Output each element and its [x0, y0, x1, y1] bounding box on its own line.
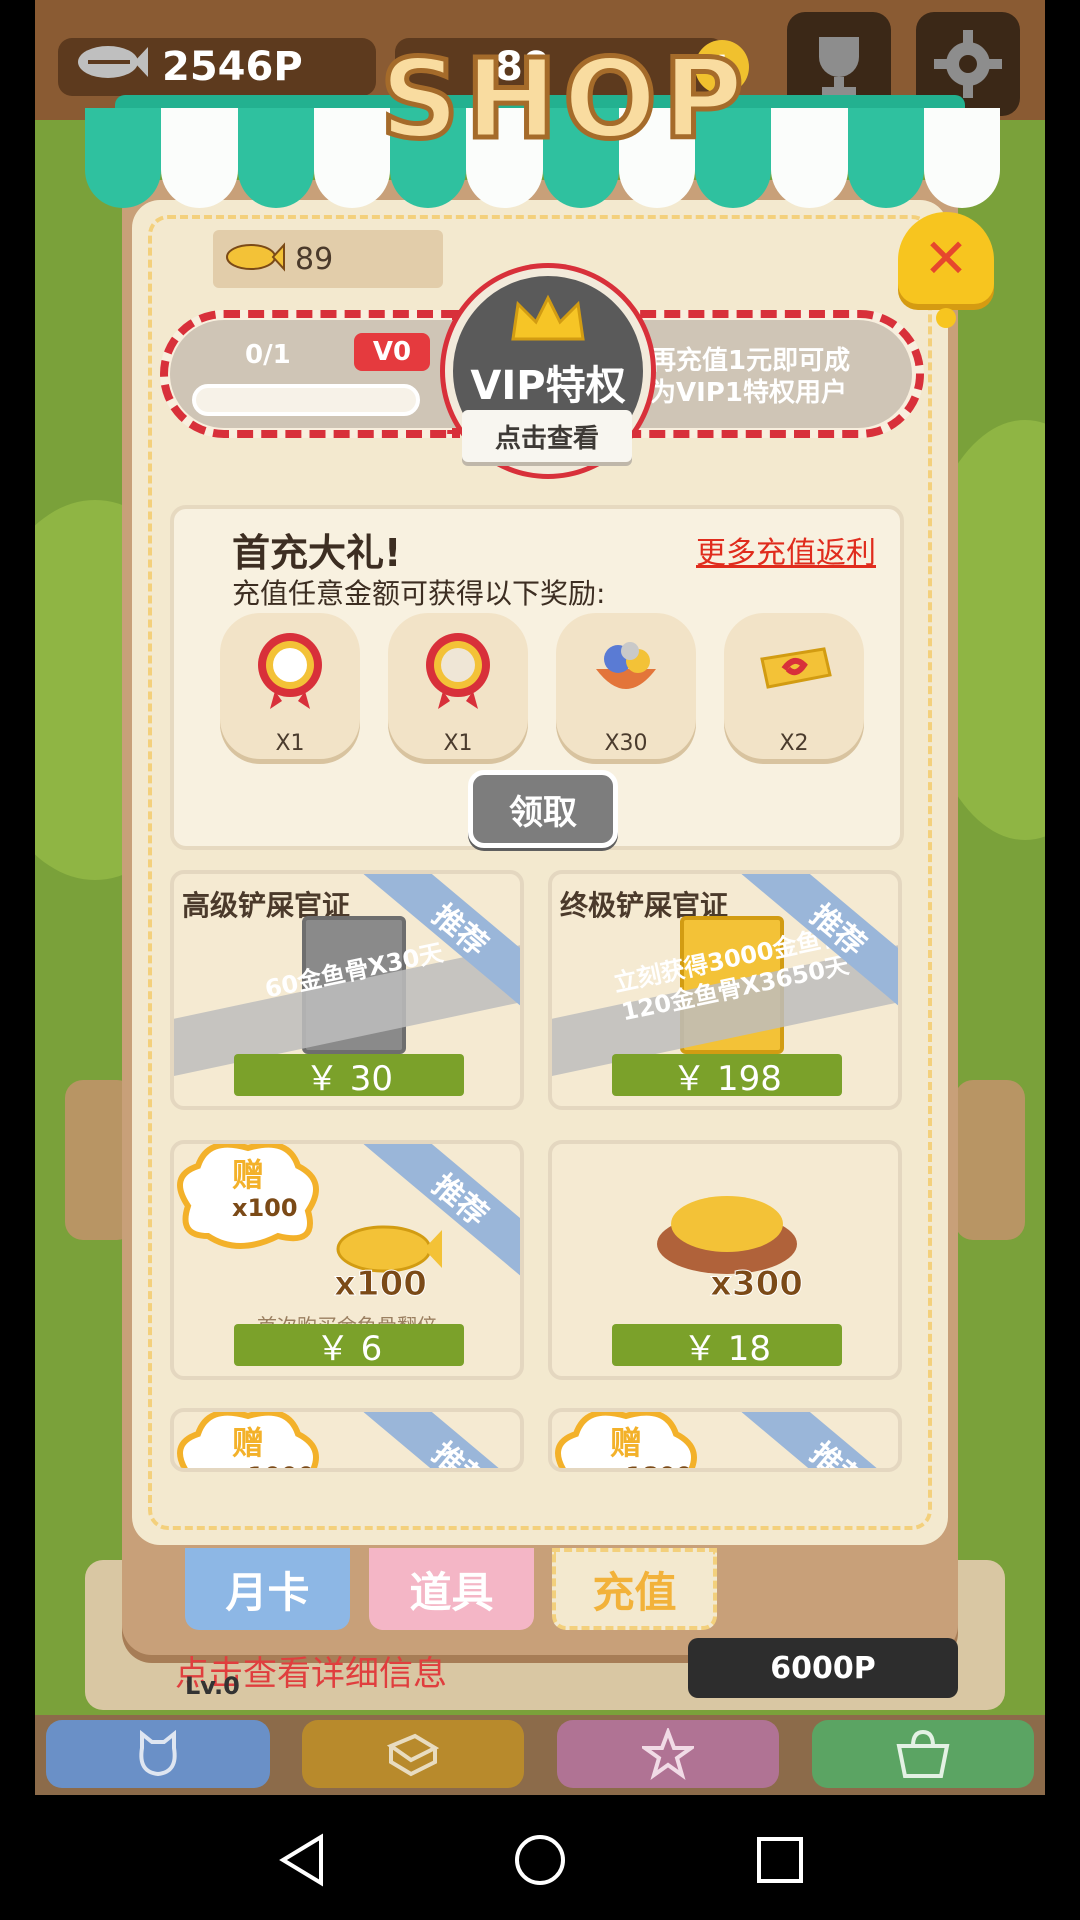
- recents-icon: [757, 1837, 803, 1883]
- product-card-ultimate-pass[interactable]: 终极铲屎官证 立刻获得3000金鱼骨 120金鱼骨X3650天 推荐 ￥ 198: [548, 870, 902, 1110]
- vip-progress-text: 0/1: [245, 340, 291, 370]
- recommend-ribbon: 推荐: [741, 1412, 898, 1468]
- trophy-icon: [819, 37, 859, 95]
- nav-book-button[interactable]: [302, 1720, 524, 1788]
- vip-description: 再充值1元即可成 为VIP1特权用户: [650, 345, 890, 409]
- book-icon: [386, 1733, 440, 1777]
- reward-item: X2: [724, 613, 864, 759]
- nav-shop-button[interactable]: [812, 1720, 1034, 1788]
- reward-item: X30: [556, 613, 696, 759]
- reward-item: X1: [388, 613, 528, 759]
- recommend-ribbon: 推荐: [363, 1412, 520, 1468]
- bonus-label: 赠: [232, 1156, 265, 1194]
- reward-count: X1: [275, 731, 305, 756]
- reward-item: X1: [220, 613, 360, 759]
- game-screen: { "hud": { "points": "2546P", "fish": "8…: [0, 0, 1080, 1920]
- cat-icon: [139, 1729, 177, 1777]
- bonus-label: 赠: [232, 1424, 265, 1462]
- crown-icon: [511, 294, 585, 341]
- first-recharge-subtitle: 充值任意金额可获得以下奖励:: [232, 577, 606, 610]
- points-value: 2546P: [162, 44, 303, 90]
- close-button[interactable]: ✕: [898, 212, 994, 328]
- bonus-label: 赠: [610, 1424, 643, 1462]
- wood-post: [955, 1080, 1025, 1240]
- detail-info-link[interactable]: 点击查看详细信息: [175, 1640, 695, 1700]
- tab-recharge[interactable]: 充值: [552, 1548, 717, 1630]
- ticket-icon: [760, 647, 832, 689]
- price-tag[interactable]: ￥ 198: [612, 1054, 842, 1099]
- vip-view-button[interactable]: 点击查看: [462, 410, 632, 462]
- fish-balance-value: 89: [295, 241, 334, 277]
- back-button[interactable]: [272, 1830, 332, 1890]
- shop-title: SHOP: [378, 33, 750, 166]
- price-tag[interactable]: ￥ 30: [234, 1054, 464, 1099]
- fish-bone-icon: [70, 37, 150, 97]
- vip-title: VIP特权: [470, 363, 626, 409]
- product-card-fish-300[interactable]: x300 ￥ 18: [548, 1140, 902, 1380]
- product-qty: x100: [334, 1264, 428, 1305]
- gear-icon: [934, 30, 1002, 98]
- bonus-qty: x1000: [232, 1462, 314, 1468]
- nav-cat-button[interactable]: [46, 1720, 270, 1788]
- back-icon: [279, 1833, 323, 1887]
- points-display: 2546P: [58, 38, 376, 96]
- first-recharge-title: 首充大礼!: [232, 531, 402, 575]
- star-icon: [642, 1728, 694, 1780]
- cat-medal-icon: [426, 633, 490, 709]
- vip-desc-line1: 再充值1元即可成: [650, 346, 851, 376]
- nav-favorites-button[interactable]: [557, 1720, 779, 1788]
- more-rebate-link[interactable]: 更多充值返利: [696, 528, 876, 572]
- cat-medal-icon: [258, 633, 322, 709]
- product-qty: x300: [710, 1264, 804, 1305]
- fish-balance: 89: [213, 230, 443, 288]
- level-label: Lv.0: [185, 1672, 240, 1700]
- vip-level-badge: V0: [354, 333, 430, 371]
- home-button[interactable]: [510, 1830, 570, 1890]
- bonus-qty: x1800: [610, 1462, 692, 1468]
- product-card-fish-1800[interactable]: 推荐 赠 x1800: [548, 1408, 902, 1472]
- close-icon: ✕: [923, 226, 969, 290]
- vip-desc-line2: 为VIP1特权用户: [650, 378, 847, 408]
- price-tag[interactable]: ￥ 6: [234, 1324, 464, 1369]
- recents-button[interactable]: [750, 1830, 810, 1890]
- product-card-advanced-pass[interactable]: 高级铲屎官证 60金鱼骨X30天 推荐 ￥ 30: [170, 870, 524, 1110]
- claim-button[interactable]: 领取: [468, 770, 618, 848]
- price-tag[interactable]: ￥ 18: [612, 1324, 842, 1369]
- cat-toys-icon: [596, 642, 656, 689]
- tab-monthly-card[interactable]: 月卡: [185, 1548, 350, 1630]
- tab-items[interactable]: 道具: [369, 1548, 534, 1630]
- bonus-qty: x100: [232, 1194, 298, 1222]
- fish-bone-icon: [221, 239, 285, 279]
- price-points: 6000P: [688, 1638, 958, 1698]
- home-icon: [515, 1835, 565, 1885]
- product-card-fish-100[interactable]: 推荐 赠 x100 x100 首次购买金鱼骨翻倍 ￥ 6: [170, 1140, 524, 1380]
- reward-count: X2: [779, 731, 809, 756]
- shopping-bag-icon: [896, 1729, 950, 1778]
- vip-progress-bar: [192, 384, 420, 416]
- product-card-fish-1000[interactable]: 推荐 赠 x1000: [170, 1408, 524, 1472]
- reward-count: X1: [443, 731, 473, 756]
- reward-count: X30: [604, 731, 648, 756]
